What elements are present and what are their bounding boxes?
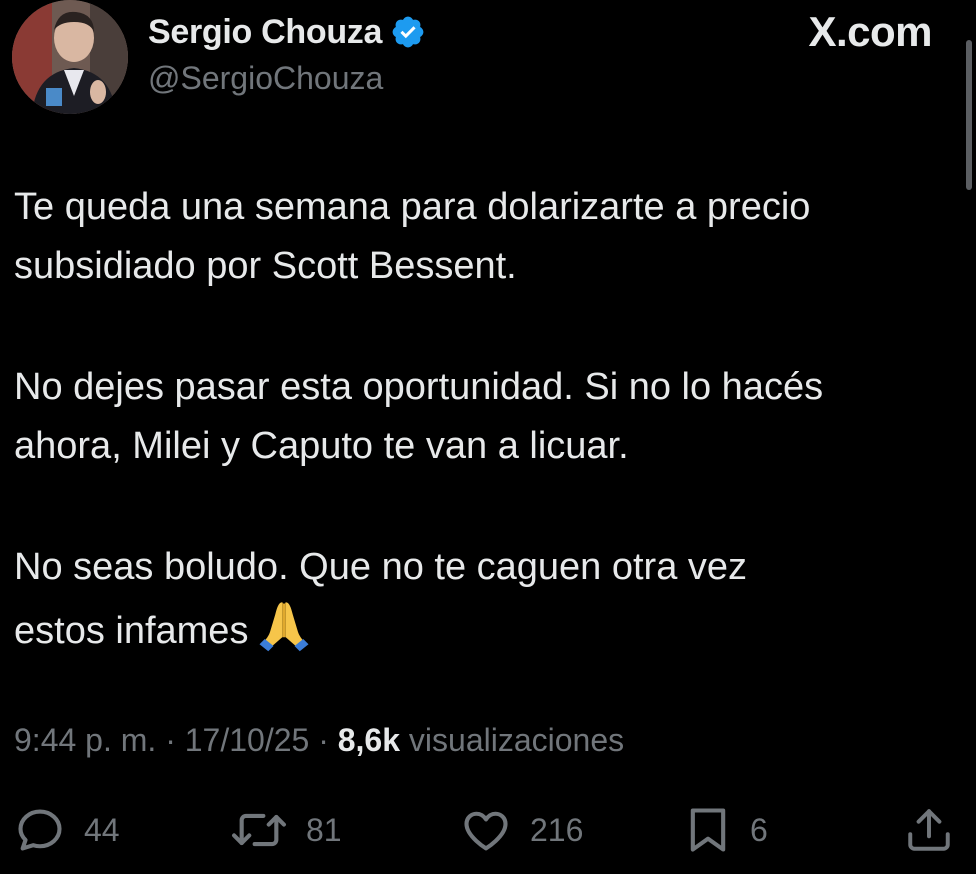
tweet-paragraph-3-text: No seas boludo. Que no te caguen otra ve… <box>14 546 748 652</box>
tweet-actions: 44 81 216 6 <box>0 800 976 860</box>
tweet-paragraph-1: Te queda una semana para dolarizarte a p… <box>14 186 811 287</box>
bookmark-icon <box>690 808 726 852</box>
share-button[interactable] <box>904 800 954 860</box>
reply-count: 44 <box>84 811 120 848</box>
tweet-meta: 9:44 p. m. · 17/10/25 · 8,6k visualizaci… <box>14 722 624 759</box>
tweet-paragraph-3: No seas boludo. Que no te caguen otra ve… <box>14 538 964 661</box>
views-label: visualizaciones <box>400 722 625 758</box>
repost-count: 81 <box>306 811 342 848</box>
x-logo: X.com <box>808 8 932 55</box>
bookmark-count: 6 <box>750 811 768 848</box>
bookmark-button[interactable]: 6 <box>684 800 768 860</box>
author-name-row[interactable]: Sergio Chouza <box>148 10 426 54</box>
like-count: 216 <box>530 811 584 848</box>
tweet-time[interactable]: 9:44 p. m. <box>14 722 156 758</box>
meta-separator: · <box>309 722 338 758</box>
tweet-date[interactable]: 17/10/25 <box>185 722 310 758</box>
reply-icon <box>18 809 62 851</box>
tweet-paragraph-2: No dejes pasar esta oportunidad. Si no l… <box>14 366 824 467</box>
avatar[interactable] <box>12 0 128 114</box>
repost-button[interactable]: 81 <box>230 800 342 860</box>
heart-icon <box>464 811 508 851</box>
views-count: 8,6k <box>337 722 401 758</box>
folded-hands-icon <box>259 602 309 652</box>
share-icon <box>908 809 950 851</box>
reply-button[interactable]: 44 <box>14 800 120 860</box>
repost-icon <box>232 813 286 847</box>
verified-badge-icon <box>392 16 424 48</box>
meta-separator: · <box>156 722 185 758</box>
author-name[interactable]: Sergio Chouza <box>148 13 382 52</box>
tweet-text: Te queda una semana para dolarizarte a p… <box>14 178 964 661</box>
avatar-photo <box>12 0 128 114</box>
like-button[interactable]: 216 <box>460 800 583 860</box>
author-handle[interactable]: @SergioChouza <box>148 60 383 97</box>
scrollbar[interactable] <box>966 40 972 190</box>
